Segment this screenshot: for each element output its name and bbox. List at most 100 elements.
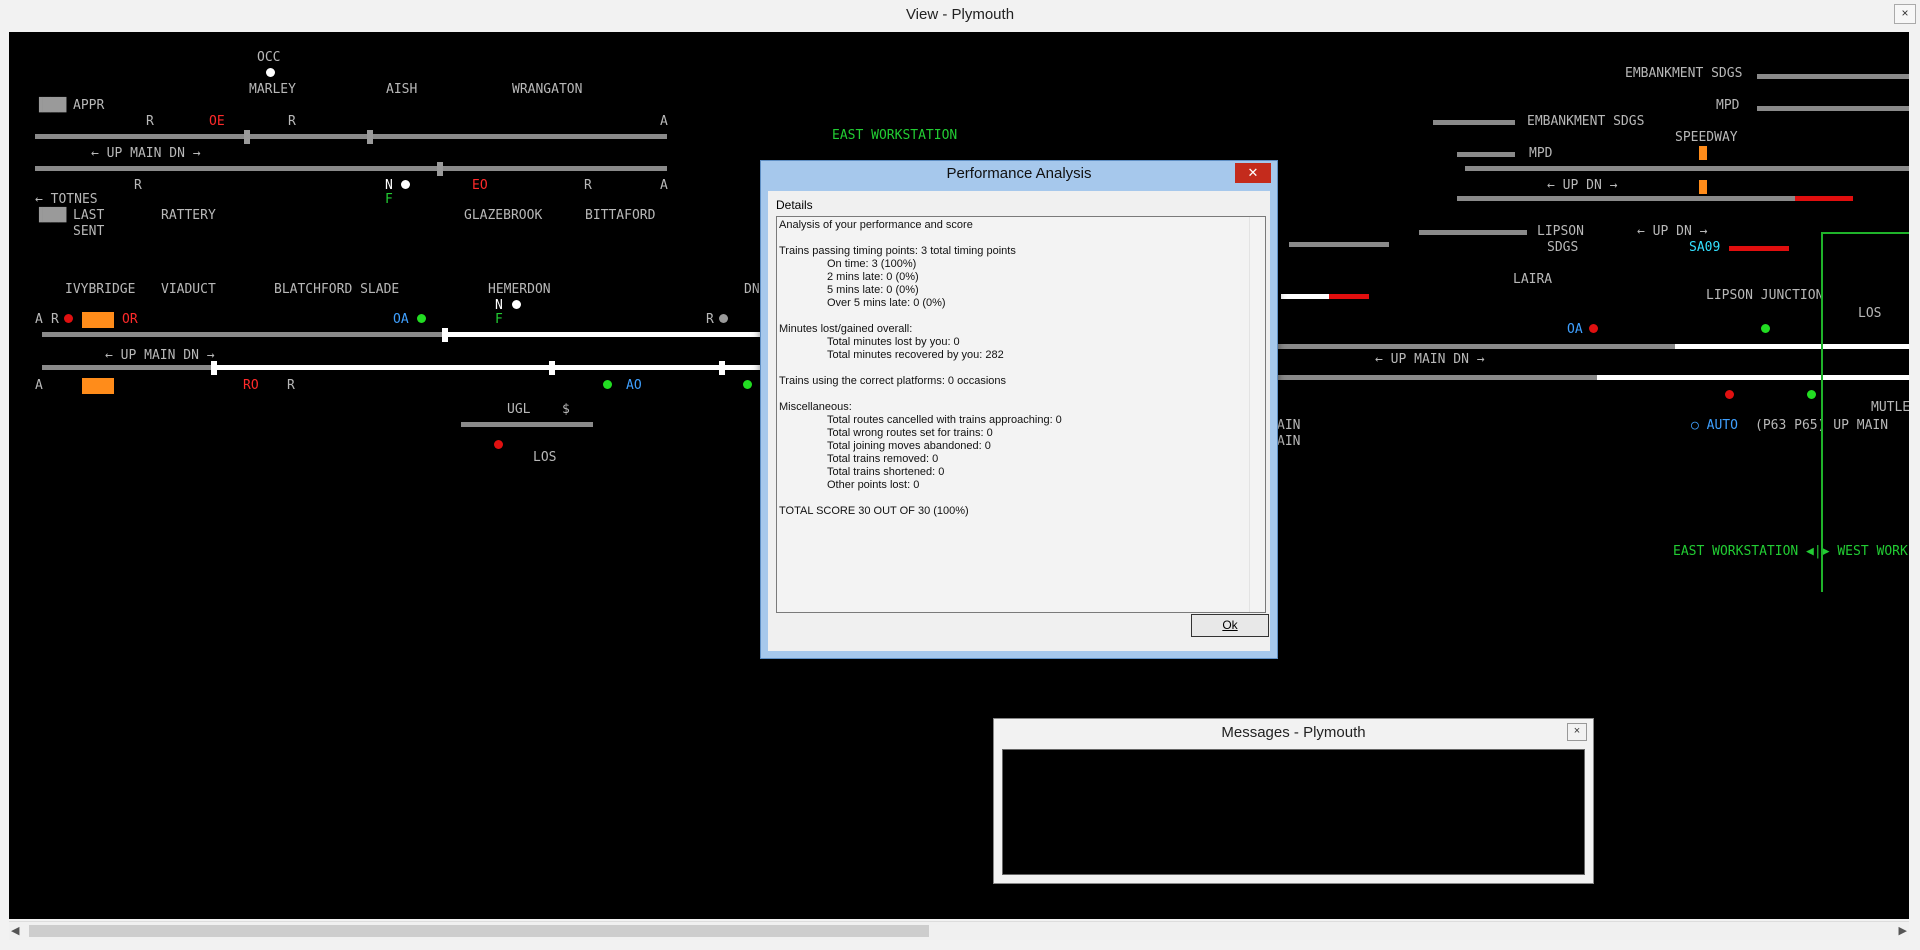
window-close-button[interactable]: × bbox=[1894, 4, 1916, 24]
messages-close-button[interactable]: × bbox=[1567, 723, 1587, 741]
map-label: EMBANKMENT SDGS bbox=[1625, 66, 1743, 81]
signal-icon bbox=[1725, 390, 1734, 399]
map-label: MPD bbox=[1716, 98, 1740, 113]
map-label: UGL bbox=[507, 402, 531, 417]
map-label: ← UP MAIN DN → bbox=[91, 146, 201, 161]
map-label: EAST WORKSTATION bbox=[832, 128, 958, 143]
map-label: A bbox=[660, 178, 668, 193]
track-routed[interactable] bbox=[1281, 294, 1329, 299]
track-up-main-routed[interactable] bbox=[444, 332, 760, 337]
map-label: LIPSON bbox=[1537, 224, 1584, 239]
details-line: 2 mins late: 0 (0%) bbox=[827, 271, 919, 283]
performance-analysis-dialog: Performance Analysis ✕ Details Analysis … bbox=[760, 160, 1278, 659]
ok-button[interactable]: Ok bbox=[1191, 614, 1269, 637]
track-up-main-routed[interactable] bbox=[1675, 344, 1909, 349]
track-dn-main[interactable] bbox=[1277, 375, 1597, 380]
map-label: A bbox=[35, 378, 43, 393]
track-occupied[interactable] bbox=[1729, 246, 1789, 251]
track-joint bbox=[442, 328, 448, 342]
track-lipson-sdgs[interactable] bbox=[1419, 230, 1527, 235]
map-label: OA bbox=[1567, 322, 1583, 337]
map-label: ○ AUTO bbox=[1691, 418, 1738, 433]
dialog-close-button[interactable]: ✕ bbox=[1235, 163, 1271, 183]
track-dn-main[interactable] bbox=[42, 365, 214, 370]
details-line: Total wrong routes set for trains: 0 bbox=[827, 427, 993, 439]
map-label: LAST bbox=[73, 208, 105, 223]
track[interactable] bbox=[1289, 242, 1389, 247]
last-sent-blocks: ▐███ bbox=[35, 208, 67, 223]
scroll-left-icon[interactable]: ◀ bbox=[11, 924, 19, 937]
train-describer-block[interactable] bbox=[1699, 146, 1707, 160]
details-line: Analysis of your performance and score bbox=[779, 219, 973, 231]
details-line: Total minutes recovered by you: 282 bbox=[827, 349, 1004, 361]
track-up-main[interactable] bbox=[42, 332, 444, 337]
map-label: ← TOTNES bbox=[35, 192, 98, 207]
map-label: N bbox=[385, 178, 393, 193]
messages-area[interactable] bbox=[1002, 749, 1585, 875]
map-label: SPEEDWAY bbox=[1675, 130, 1738, 145]
messages-panel: Messages - Plymouth × bbox=[993, 718, 1594, 884]
messages-title: Messages - Plymouth bbox=[1221, 724, 1366, 741]
map-label: BITTAFORD bbox=[585, 208, 656, 223]
map-label: ← UP DN → bbox=[1547, 178, 1618, 193]
map-label: APPR bbox=[73, 98, 105, 113]
signal-icon bbox=[1761, 324, 1770, 333]
train-describer-block[interactable] bbox=[1699, 180, 1707, 194]
scroll-right-icon[interactable]: ▶ bbox=[1899, 924, 1907, 937]
track-mpd[interactable] bbox=[1757, 106, 1909, 111]
track-up[interactable] bbox=[1465, 166, 1909, 171]
horizontal-scrollbar[interactable]: ◀ ▶ bbox=[9, 921, 1909, 940]
train-describer-block[interactable] bbox=[82, 312, 114, 328]
details-label: Details bbox=[776, 198, 813, 212]
track-dn[interactable] bbox=[1457, 196, 1847, 201]
map-label: SENT bbox=[73, 224, 105, 239]
details-line: Other points lost: 0 bbox=[827, 479, 920, 491]
map-label: MUTLEY bbox=[1871, 400, 1909, 415]
track-dn-main-routed[interactable] bbox=[214, 365, 760, 370]
vertical-scrollbar[interactable] bbox=[1249, 217, 1265, 612]
workstation-boundary bbox=[1821, 232, 1909, 234]
map-label: MPD bbox=[1529, 146, 1553, 161]
map-label: $ bbox=[562, 402, 570, 417]
train-describer-block[interactable] bbox=[82, 378, 114, 394]
track-occupied[interactable] bbox=[1329, 294, 1369, 299]
details-line: Total trains removed: 0 bbox=[827, 453, 939, 465]
map-label: LOS bbox=[1858, 306, 1882, 321]
track-dn-main[interactable] bbox=[35, 166, 667, 171]
track-mpd[interactable] bbox=[1457, 152, 1515, 157]
dialog-body: Details Analysis of your performance and… bbox=[768, 191, 1270, 651]
track-joint bbox=[549, 361, 555, 375]
signal-icon bbox=[743, 380, 752, 389]
track-ugl-siding[interactable] bbox=[461, 422, 593, 427]
track-dn-main-routed[interactable] bbox=[1597, 375, 1909, 380]
signal-icon bbox=[401, 180, 410, 189]
track-joint bbox=[244, 130, 250, 144]
track-embankment-sdgs[interactable] bbox=[1433, 120, 1515, 125]
scroll-thumb[interactable] bbox=[29, 925, 929, 937]
map-label: EO bbox=[472, 178, 488, 193]
train-headcode[interactable]: SA09 bbox=[1689, 240, 1720, 255]
track-dn-occupied[interactable] bbox=[1795, 196, 1853, 201]
details-textbox[interactable]: Analysis of your performance and score Tr… bbox=[776, 216, 1266, 613]
signal-icon bbox=[512, 300, 521, 309]
details-line: Total trains shortened: 0 bbox=[827, 466, 945, 478]
map-label: LOS bbox=[533, 450, 557, 465]
map-label: AISH bbox=[386, 82, 418, 97]
signal-icon bbox=[1589, 324, 1598, 333]
track-up-main[interactable] bbox=[35, 134, 667, 139]
map-label: WRANGATON bbox=[512, 82, 583, 97]
map-label: AO bbox=[626, 378, 642, 393]
details-line: Total joining moves abandoned: 0 bbox=[827, 440, 991, 452]
map-label: AIN bbox=[1277, 418, 1301, 433]
map-label: R bbox=[146, 114, 154, 129]
map-label: BLATCHFORD SLADE bbox=[274, 282, 400, 297]
map-label: MARLEY bbox=[249, 82, 296, 97]
map-label: IVYBRIDGE bbox=[65, 282, 136, 297]
details-line: Total routes cancelled with trains appro… bbox=[827, 414, 1062, 426]
track-embankment-sdgs[interactable] bbox=[1757, 74, 1909, 79]
map-label: EAST WORKSTATION ◀|▶ WEST WORK bbox=[1673, 544, 1908, 559]
details-line: Total minutes lost by you: 0 bbox=[827, 336, 960, 348]
details-line: Trains passing timing points: 3 total ti… bbox=[779, 245, 1016, 257]
map-label: R bbox=[134, 178, 142, 193]
signal-icon bbox=[603, 380, 612, 389]
